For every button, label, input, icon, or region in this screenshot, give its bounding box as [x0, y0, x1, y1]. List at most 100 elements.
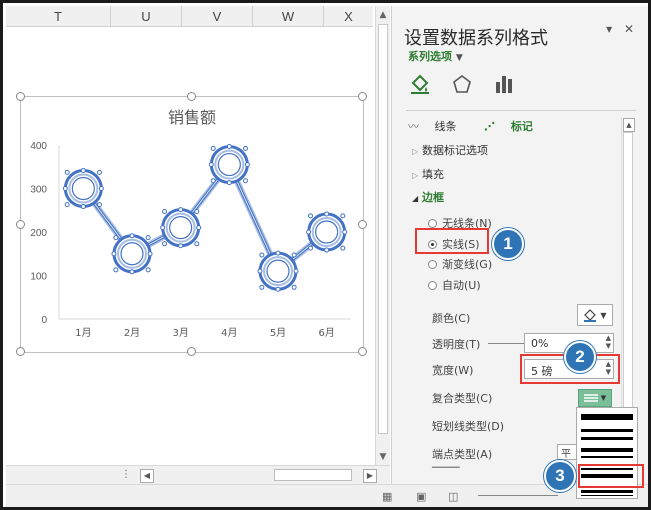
bar-chart-icon[interactable] — [492, 72, 516, 96]
zoom-slider[interactable] — [478, 495, 558, 496]
selection-dot — [275, 286, 281, 292]
selection-dot — [64, 202, 70, 208]
column-header[interactable]: V — [182, 6, 253, 26]
compound-option-single[interactable] — [581, 414, 633, 420]
scroll-right-icon[interactable]: ▶ — [363, 469, 377, 483]
selection-dot — [113, 235, 119, 241]
x-tick-label: 6月 — [318, 327, 334, 339]
join-type-label-cutoff: ▔▔▔▔ — [432, 468, 460, 478]
width-label: 宽度(W) — [432, 364, 474, 377]
scroll-up-icon[interactable]: ▲ — [623, 118, 635, 132]
series-options-dropdown[interactable]: 系列选项 ▼ — [408, 48, 463, 64]
scroll-thumb[interactable] — [378, 24, 388, 434]
selection-dot — [308, 245, 314, 251]
resize-handle[interactable] — [187, 347, 196, 356]
selection-dot — [111, 251, 117, 257]
selection-dot — [342, 229, 348, 235]
x-tick-label: 5月 — [270, 327, 286, 339]
scroll-down-icon[interactable]: ▼ — [378, 452, 388, 462]
selection-dot — [242, 178, 248, 184]
selection-dot — [306, 229, 312, 235]
compound-option-triple[interactable] — [581, 487, 633, 497]
selection-dot — [226, 180, 232, 186]
line-chart[interactable]: 销售额 0 100 200 300 400 1月 2月 3月 4月 5月 6月 — [21, 97, 363, 352]
selection-dot — [62, 186, 68, 191]
resize-handle[interactable] — [358, 92, 367, 101]
selection-dot — [196, 225, 202, 231]
resize-handle[interactable] — [187, 92, 196, 101]
tab-line[interactable]: 〰 线条 — [408, 120, 469, 133]
page-layout-view-icon[interactable]: ▣ — [416, 490, 426, 503]
column-header[interactable]: T — [6, 6, 111, 26]
highlight-box — [578, 464, 644, 488]
paint-bucket-icon[interactable] — [408, 72, 432, 96]
pane-options-icon[interactable]: ▾ — [606, 22, 612, 36]
chevron-down-icon: ▼ — [600, 310, 607, 320]
chart-title[interactable]: 销售额 — [168, 108, 216, 127]
selection-dot — [194, 209, 200, 214]
tab-marker[interactable]: ⋰ 标记 — [484, 120, 545, 133]
resize-handle[interactable] — [16, 92, 25, 101]
resize-handle[interactable] — [16, 220, 25, 229]
x-tick-label: 2月 — [124, 327, 140, 339]
chart-area[interactable]: 销售额 0 100 200 300 400 1月 2月 3月 4月 5月 6月 — [20, 96, 364, 353]
column-header-bar: T U V W X — [6, 6, 373, 27]
x-tick-label: 1月 — [75, 327, 91, 339]
selection-dot — [162, 241, 168, 247]
selection-dot — [208, 162, 214, 168]
selection-dot — [244, 162, 250, 168]
compound-option-thick-thin[interactable] — [581, 448, 633, 462]
selection-dot — [64, 169, 70, 175]
column-header[interactable]: X — [324, 6, 373, 26]
cap-type-select[interactable]: 平面 — [557, 444, 577, 460]
selection-dot — [80, 204, 86, 210]
step-badge: 3 — [544, 460, 576, 492]
section-marker-options[interactable]: ▷ 数据标记选项 — [412, 142, 488, 158]
selection-dot — [291, 284, 297, 290]
pane-title: 设置数据系列格式 — [404, 28, 548, 49]
normal-view-icon[interactable]: ▦ — [382, 490, 392, 503]
format-data-series-pane: 设置数据系列格式 ▾ ✕ 系列选项 ▼ 〰 线条 ⋰ 标记 ▲ ▷ 数据标记选项… — [391, 6, 648, 499]
scroll-left-icon[interactable]: ◀ — [140, 469, 154, 483]
chevron-down-icon: ▼ — [600, 394, 607, 402]
scroll-thumb[interactable] — [274, 469, 352, 481]
close-icon[interactable]: ✕ — [624, 22, 634, 36]
column-header[interactable]: U — [111, 6, 182, 26]
sheet-tab-splitter-icon[interactable]: ⋮ — [121, 469, 131, 480]
compound-type-button[interactable]: ▼ — [578, 389, 612, 407]
x-tick-label: 3月 — [172, 327, 188, 339]
column-header[interactable]: W — [253, 6, 324, 26]
dash-type-label: 短划线类型(D) — [432, 420, 505, 433]
color-picker-button[interactable]: ▼ — [577, 304, 613, 326]
selection-dot — [145, 267, 151, 273]
section-border[interactable]: ◢ 边框 — [412, 189, 444, 205]
section-fill[interactable]: ▷ 填充 — [412, 166, 444, 182]
y-tick-label: 400 — [30, 141, 47, 152]
app-window: T U V W X 销售额 0 100 200 300 400 1月 2月 3月 4月 5月 6月… — [0, 0, 651, 510]
chevron-down-icon: ◢ — [412, 194, 419, 203]
vertical-scrollbar[interactable]: ▲ ▼ — [375, 6, 390, 466]
transparency-slider[interactable] — [488, 343, 524, 344]
selection-dot — [96, 202, 102, 208]
step-badge: 1 — [492, 228, 524, 260]
resize-handle[interactable] — [358, 347, 367, 356]
selection-dot — [80, 167, 86, 173]
series-options-label: 系列选项 — [408, 50, 452, 63]
transparency-label: 透明度(T) — [432, 338, 481, 351]
selection-dot — [178, 207, 184, 213]
selection-dot — [194, 241, 200, 247]
radio-automatic[interactable]: 自动(U) — [428, 277, 481, 293]
radio-gradient-line[interactable]: 渐变线(G) — [428, 256, 492, 272]
pentagon-icon[interactable] — [450, 72, 474, 96]
scroll-up-icon[interactable]: ▲ — [378, 10, 388, 20]
compound-option-double[interactable] — [581, 429, 633, 441]
color-label: 颜色(C) — [432, 312, 471, 325]
chevron-down-icon: ▼ — [455, 53, 463, 63]
compound-lines-icon — [583, 394, 598, 402]
spinner-arrows-icon[interactable]: ▲ ▼ — [606, 334, 611, 350]
resize-handle[interactable] — [16, 347, 25, 356]
horizontal-scrollbar[interactable]: ⋮ ◀ ▶ — [6, 465, 390, 484]
page-break-view-icon[interactable]: ◫ — [448, 490, 458, 503]
resize-handle[interactable] — [358, 220, 367, 229]
y-tick-label: 300 — [30, 185, 47, 196]
